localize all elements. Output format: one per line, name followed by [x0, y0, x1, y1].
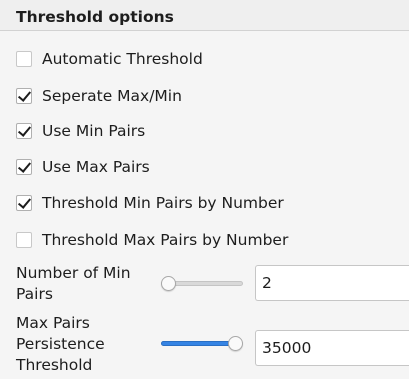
use-min-pairs-label: Use Min Pairs	[42, 122, 146, 140]
use-max-pairs-label: Use Max Pairs	[42, 158, 150, 176]
use-max-pairs-checkbox-row[interactable]: Use Max Pairs	[16, 156, 150, 178]
threshold-options-panel: Threshold options Automatic Threshold Se…	[0, 0, 409, 379]
automatic-threshold-label: Automatic Threshold	[42, 50, 203, 68]
checkmark-icon	[17, 195, 32, 209]
threshold-min-pairs-by-number-label: Threshold Min Pairs by Number	[42, 194, 284, 212]
use-max-pairs-checkbox[interactable]	[16, 159, 32, 175]
checkmark-icon	[17, 88, 32, 102]
threshold-max-pairs-by-number-checkbox-row[interactable]: Threshold Max Pairs by Number	[16, 229, 288, 251]
use-min-pairs-checkbox-row[interactable]: Use Min Pairs	[16, 120, 145, 142]
min-pairs-label: Number of Min Pairs	[16, 264, 131, 303]
threshold-max-pairs-by-number-checkbox[interactable]	[16, 232, 32, 248]
checkmark-icon	[17, 123, 32, 137]
min-pairs-slider[interactable]	[161, 276, 243, 292]
threshold-min-pairs-by-number-checkbox[interactable]	[16, 195, 32, 211]
min-pairs-input[interactable]	[255, 265, 409, 301]
threshold-max-pairs-by-number-label: Threshold Max Pairs by Number	[42, 231, 289, 249]
max-pairs-threshold-slider[interactable]	[161, 336, 243, 352]
section-header: Threshold options	[0, 0, 409, 31]
max-pairs-threshold-label: Max Pairs Persistence Threshold	[16, 314, 105, 374]
threshold-min-pairs-by-number-checkbox-row[interactable]: Threshold Min Pairs by Number	[16, 192, 284, 214]
use-min-pairs-checkbox[interactable]	[16, 123, 32, 139]
slider-handle[interactable]	[161, 276, 176, 291]
section-title: Threshold options	[16, 8, 174, 26]
checkmark-icon	[17, 159, 32, 173]
separate-max-min-checkbox[interactable]	[16, 88, 32, 104]
automatic-threshold-checkbox[interactable]	[16, 51, 32, 67]
separate-max-min-label: Seperate Max/Min	[42, 87, 182, 105]
max-pairs-threshold-input[interactable]	[255, 330, 409, 366]
slider-handle[interactable]	[228, 336, 243, 351]
slider-fill	[161, 341, 236, 346]
automatic-threshold-checkbox-row[interactable]: Automatic Threshold	[16, 48, 203, 70]
separate-max-min-checkbox-row[interactable]: Seperate Max/Min	[16, 85, 182, 107]
